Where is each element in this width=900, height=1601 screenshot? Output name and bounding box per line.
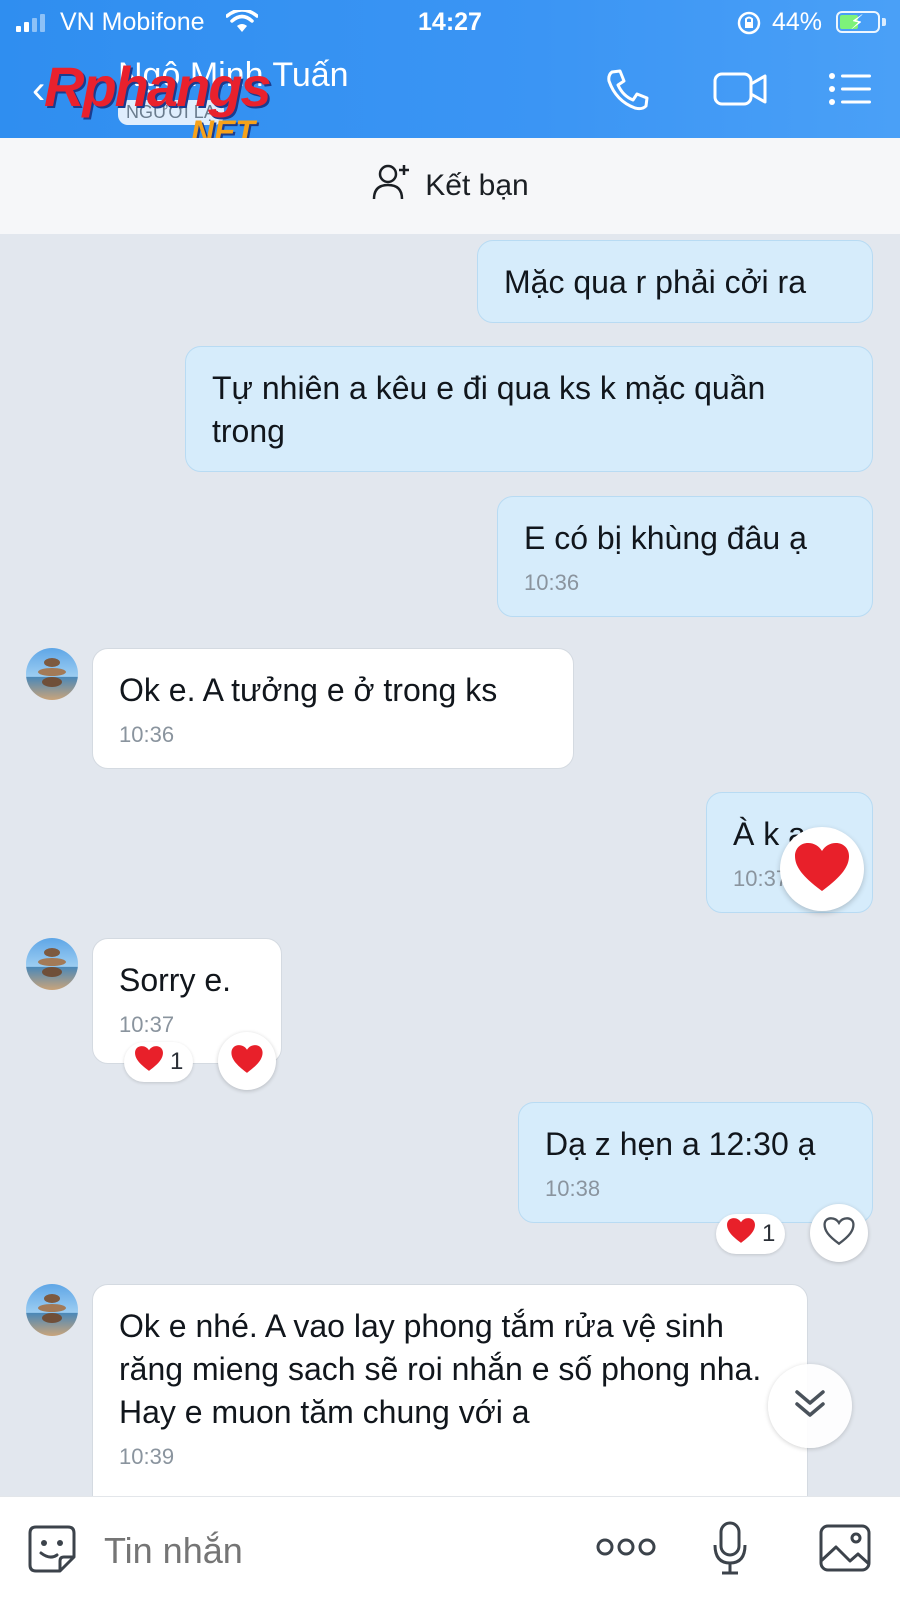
heart-outline-icon [822, 1216, 856, 1251]
avatar[interactable] [26, 938, 78, 990]
message-composer [0, 1496, 900, 1601]
battery-percent: 44% [772, 8, 823, 36]
message-bubble-sent[interactable]: E có bị khùng đâu ạ 10:36 [497, 496, 873, 617]
status-bar: VN Mobifone 14:27 44% ⚡ [0, 0, 900, 44]
microphone-icon[interactable] [712, 1521, 748, 1582]
image-icon[interactable] [818, 1523, 872, 1578]
like-button[interactable] [810, 1204, 868, 1262]
message-bubble-sent[interactable]: Tự nhiên a kêu e đi qua ks k mặc quần tr… [185, 346, 873, 472]
heart-icon [230, 1044, 264, 1079]
reaction-summary[interactable]: 1 [716, 1214, 786, 1254]
message-time: 10:38 [545, 1176, 601, 1201]
clock-time: 14:27 [418, 8, 482, 36]
sticker-icon[interactable] [26, 1523, 78, 1580]
battery-icon: ⚡ [836, 11, 880, 34]
message-bubble-sent[interactable]: Dạ z hẹn a 12:30 ạ 10:38 [518, 1102, 873, 1223]
message-bubble-received[interactable]: Ok e nhé. A vao lay phong tắm rửa vệ sin… [92, 1284, 808, 1496]
avatar[interactable] [26, 1284, 78, 1336]
heart-icon [134, 1045, 164, 1079]
heart-reaction-button[interactable] [780, 827, 864, 911]
message-time: 10:36 [119, 722, 175, 747]
message-list[interactable]: Mặc qua r phải cởi ra Tự nhiên a kêu e đ… [0, 234, 900, 1496]
heart-icon [726, 1217, 756, 1251]
rotation-lock-icon [736, 10, 762, 41]
message-bubble-received[interactable]: Ok e. A tưởng e ở trong ks 10:36 [92, 648, 574, 769]
menu-icon[interactable] [826, 66, 876, 112]
message-bubble-sent[interactable]: Mặc qua r phải cởi ra [477, 240, 873, 323]
heart-reaction-button[interactable] [218, 1032, 276, 1090]
reaction-summary[interactable]: 1 [124, 1042, 194, 1082]
add-user-icon [371, 163, 411, 209]
add-friend-button[interactable]: Kết bạn [0, 138, 900, 234]
reaction-count: 1 [170, 1048, 184, 1075]
chevron-double-down-icon [793, 1388, 827, 1425]
message-time: 10:36 [524, 570, 580, 595]
heart-icon [793, 841, 851, 898]
watermark-logo: Rphangs .NET [44, 55, 272, 150]
add-friend-label: Kết bạn [425, 169, 529, 202]
message-time: 10:39 [119, 1444, 175, 1469]
avatar[interactable] [26, 648, 78, 700]
scroll-to-bottom-button[interactable] [768, 1364, 852, 1448]
reaction-count: 1 [762, 1220, 776, 1247]
phone-icon[interactable] [602, 66, 652, 112]
message-input[interactable] [102, 1525, 546, 1577]
nav-bar: ‹ Ngô Minh Tuấn NGƯỜI LẠ Rphangs .NET [0, 44, 900, 150]
more-options-icon[interactable] [596, 1535, 656, 1564]
chat-header: VN Mobifone 14:27 44% ⚡ ‹ Ngô Minh Tuấn … [0, 0, 900, 150]
video-call-icon[interactable] [712, 66, 767, 112]
